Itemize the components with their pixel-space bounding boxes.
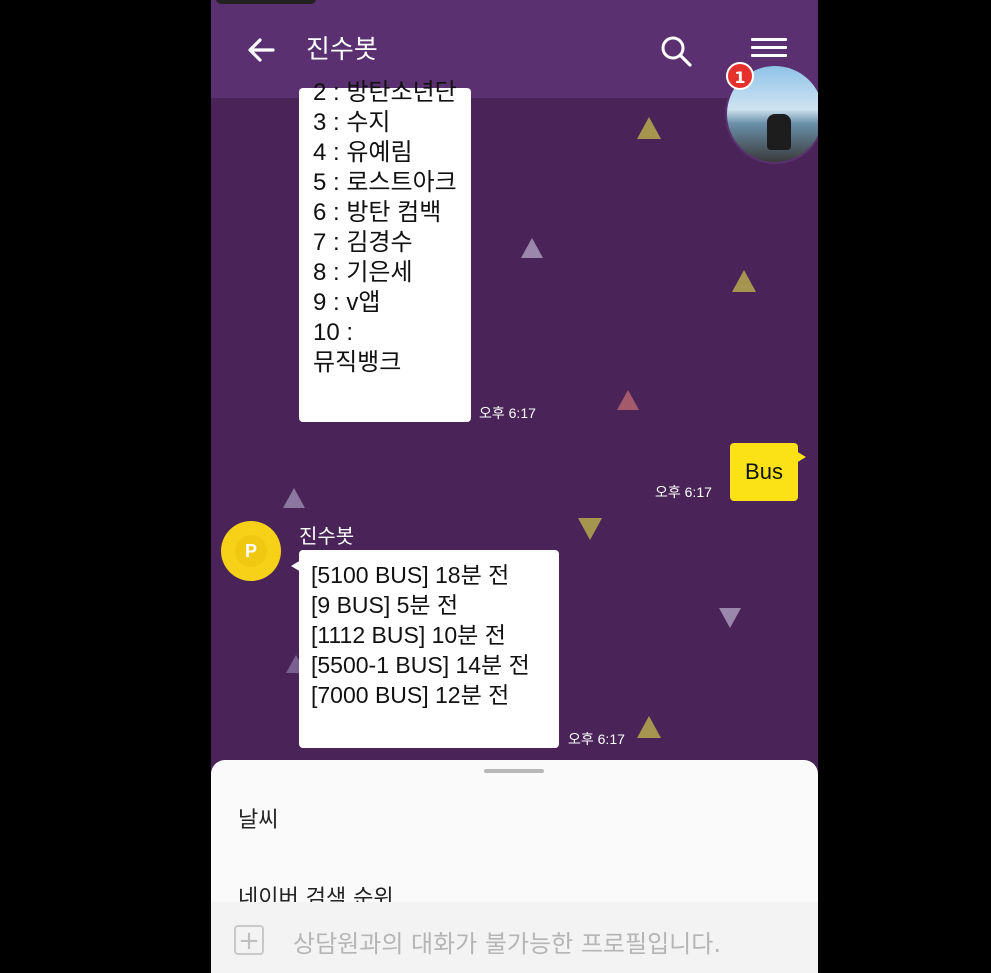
bot-message-bubble: 2 : 방탄소년단 3 : 수지 4 : 유예림 5 : 로스트아크 6 : 방… — [299, 79, 471, 422]
message-line: [9 BUS] 5분 전 — [311, 592, 459, 618]
message-input-bar: + 상담원과의 대화가 불가능한 프로필입니다. — [211, 902, 818, 973]
search-button[interactable] — [657, 32, 697, 72]
chat-title: 진수봇 — [306, 35, 378, 65]
decor-triangle — [283, 488, 305, 508]
sheet-drag-handle[interactable] — [484, 769, 544, 773]
search-icon — [661, 36, 692, 67]
profile-photo-person — [767, 114, 791, 150]
message-line: 6 : 방탄 컴백 — [313, 199, 442, 226]
user-message-bubble: Bus — [730, 443, 806, 501]
decor-triangle — [732, 270, 756, 292]
message-line: 8 : 기은세 — [313, 259, 413, 286]
back-button[interactable] — [241, 30, 281, 70]
status-notch — [216, 0, 316, 4]
message-time: 오후 6:17 — [655, 484, 712, 500]
quick-reply-weather[interactable]: 날씨 — [238, 802, 278, 834]
bot-avatar-letter: P — [235, 535, 267, 567]
chat-header: 진수봇 — [211, 0, 818, 98]
message-line: 뮤직뱅크 — [313, 349, 402, 376]
attach-plus-button[interactable]: + — [234, 925, 264, 955]
chat-screen: 진수봇 1 2 : 방탄소년단 3 : 수지 4 : 유예림 5 : 로스트아크… — [211, 0, 818, 973]
message-line: [1112 BUS] 10분 전 — [311, 622, 506, 648]
disabled-input-placeholder: 상담원과의 대화가 불가능한 프로필입니다. — [293, 930, 721, 958]
notification-badge: 1 — [726, 62, 754, 90]
message-line: 9 : v앱 — [313, 289, 381, 316]
decor-triangle — [637, 716, 661, 738]
decor-triangle — [637, 117, 661, 139]
arrow-left-icon — [248, 38, 275, 62]
bot-avatar[interactable]: P — [221, 521, 281, 581]
decor-triangle — [521, 238, 543, 258]
sender-name: 진수봇 — [299, 524, 355, 548]
message-line: 3 : 수지 — [313, 109, 391, 136]
message-line: 5 : 로스트아크 — [313, 169, 457, 196]
decor-triangle — [617, 390, 639, 410]
bot-message-bubble: [5100 BUS] 18분 전 [9 BUS] 5분 전 [1112 BUS]… — [291, 550, 559, 748]
message-time: 오후 6:17 — [479, 405, 536, 421]
hamburger-menu-icon — [751, 38, 787, 57]
message-time: 오후 6:17 — [568, 731, 625, 747]
decor-triangle — [719, 608, 741, 628]
message-line: [7000 BUS] 12분 전 — [311, 682, 510, 708]
message-line: 10 : — [313, 319, 354, 346]
message-line: [5100 BUS] 18분 전 — [311, 562, 510, 588]
message-line: [5500-1 BUS] 14분 전 — [311, 652, 530, 678]
decor-triangle — [578, 518, 602, 540]
message-line: 7 : 김경수 — [313, 229, 413, 256]
message-line: 2 : 방탄소년단 — [313, 79, 457, 106]
message-line: 4 : 유예림 — [313, 139, 413, 166]
